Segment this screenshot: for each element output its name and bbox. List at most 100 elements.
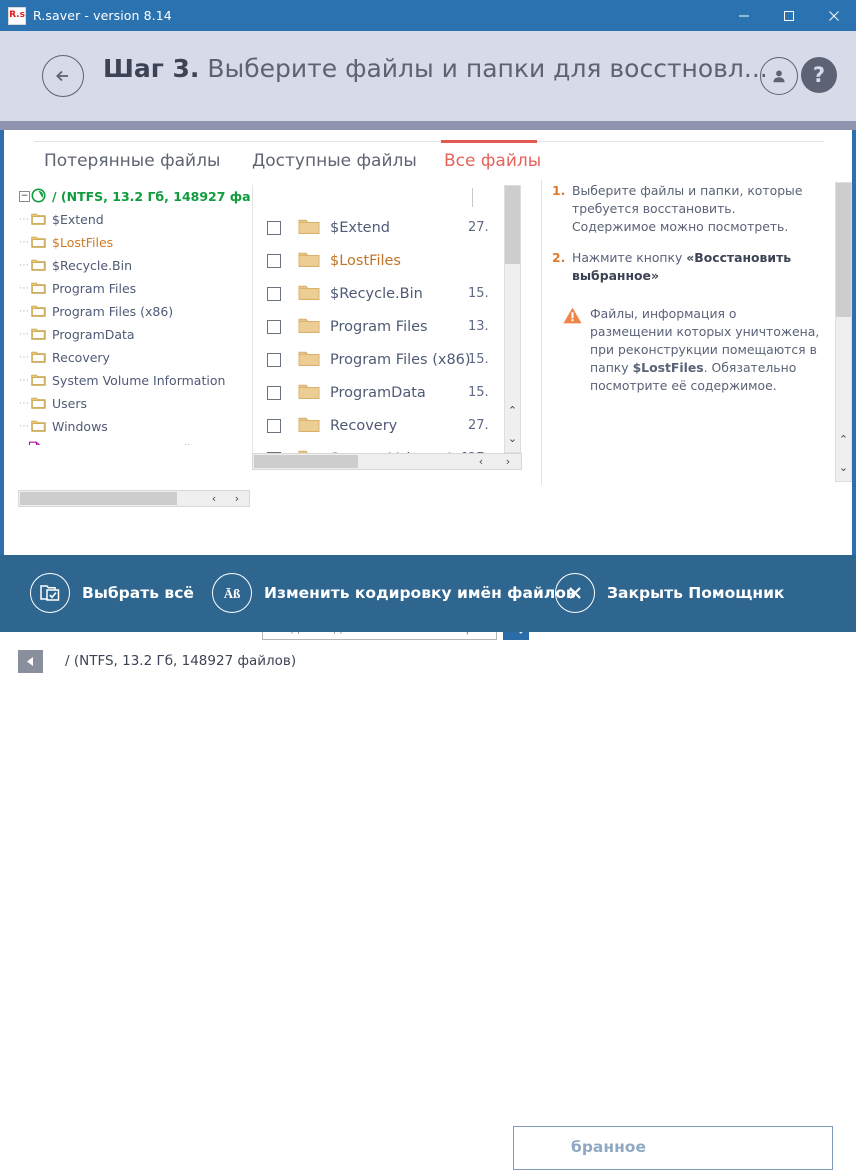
close-assistant-button[interactable]: Закрыть Помощник: [555, 572, 787, 614]
file-row[interactable]: $Recycle.Bin 15.: [253, 277, 513, 310]
minimize-icon[interactable]: [721, 0, 766, 31]
tree-expander-dots[interactable]: ⋯: [19, 306, 30, 317]
column-separator[interactable]: [472, 188, 473, 207]
file-list-vscroll-up-arrow[interactable]: ⌃: [505, 402, 520, 419]
tab-all-files[interactable]: Все файлы: [444, 151, 541, 171]
file-checkbox[interactable]: [267, 253, 281, 268]
tree-expander[interactable]: −: [18, 190, 31, 203]
tree-item-label: Users: [52, 396, 88, 411]
maximize-icon[interactable]: [766, 0, 811, 31]
tree-hscrollbar[interactable]: ‹ ›: [18, 490, 250, 507]
file-checkbox[interactable]: [267, 352, 281, 367]
tab-lost-files[interactable]: Потерянные файлы: [44, 151, 220, 171]
file-row[interactable]: Recovery 27.: [253, 409, 513, 442]
file-list-hscrollbar[interactable]: ‹ ›: [252, 453, 522, 470]
instruction-step-1: 1. Выберите файлы и папки, которые требу…: [552, 182, 820, 236]
tree-expander-dots[interactable]: ⋯: [19, 375, 30, 386]
file-list-hscroll-left-arrow[interactable]: ‹: [471, 454, 491, 469]
folder-icon: [31, 235, 46, 251]
select-all-label: Выбрать всё: [82, 584, 194, 602]
close-icon[interactable]: [811, 0, 856, 31]
tree-expander-dots[interactable]: ⋯: [19, 283, 30, 294]
instructions-vscroll-thumb[interactable]: [836, 183, 851, 317]
tree-row[interactable]: ⋯ Program Files (x86): [18, 300, 250, 323]
file-row[interactable]: System Volume Inf 27.: [253, 442, 513, 453]
green-clock-disk-icon: [31, 188, 46, 206]
app-icon: R.s: [8, 6, 26, 25]
tree-expander-dots[interactable]: ⋯: [19, 214, 30, 225]
tree-row[interactable]: ⋯ $Recycle.Bin: [18, 254, 250, 277]
file-list-vscroll-down-arrow[interactable]: ⌄: [505, 430, 520, 447]
tree-expander-dots[interactable]: ⋯: [19, 398, 30, 409]
change-encoding-button[interactable]: Āß Изменить кодировку имён файлов: [212, 572, 576, 614]
back-button[interactable]: [42, 55, 84, 97]
file-list-hscroll-right-arrow[interactable]: ›: [498, 454, 518, 469]
user-icon: [773, 70, 785, 83]
file-row[interactable]: ProgramData 15.: [253, 376, 513, 409]
file-list-hscroll-thumb[interactable]: [254, 455, 358, 468]
tree-row[interactable]: ⋯ $LostFiles: [18, 231, 250, 254]
tree-expander-dots[interactable]: ⋯: [19, 329, 30, 340]
change-encoding-label: Изменить кодировку имён файлов: [264, 584, 576, 602]
file-row[interactable]: $Extend 27.: [253, 211, 513, 244]
file-checkbox[interactable]: [267, 319, 281, 334]
instructions-vscroll-down-arrow[interactable]: ⌄: [836, 459, 851, 476]
file-checkbox[interactable]: [267, 385, 281, 400]
help-button[interactable]: ?: [801, 57, 837, 93]
folder-icon: [31, 304, 46, 320]
file-name: ProgramData: [330, 384, 426, 401]
step-number: 1.: [552, 183, 566, 198]
instructions-vscroll-up-arrow[interactable]: ⌃: [836, 431, 851, 448]
tree-row-root[interactable]: − / (NTFS, 13.2 Гб, 148927 фай: [18, 185, 250, 208]
tree-row[interactable]: ⋯ $Extend: [18, 208, 250, 231]
app-window: R.s R.saver - version 8.14 Шаг 3. Выбери…: [0, 0, 856, 1170]
folder-tree[interactable]: − / (NTFS, 13.2 Гб, 148927 фай ⋯ $Extend …: [18, 185, 250, 445]
file-list[interactable]: $Extend 27. $LostFiles $Recycle.Bin 15. …: [252, 185, 514, 453]
tree-expander-dots[interactable]: ⋯: [18, 444, 26, 445]
file-list-vscroll-thumb[interactable]: [505, 186, 520, 264]
tree-expander-dots[interactable]: ⋯: [19, 260, 30, 271]
file-date: 15.: [468, 385, 489, 400]
folder-icon: [31, 373, 46, 389]
file-list-vscrollbar[interactable]: ⌃ ⌄: [504, 185, 521, 453]
instructions-vscrollbar[interactable]: ⌃ ⌄: [835, 182, 852, 482]
file-checkbox[interactable]: [267, 286, 281, 301]
tree-item-label: $Recycle.Bin: [52, 258, 133, 273]
tree-row[interactable]: ⋯ Users: [18, 392, 250, 415]
tree-hscroll-right-arrow[interactable]: ›: [227, 491, 247, 506]
recover-selected-button[interactable]: [513, 1126, 833, 1170]
file-checkbox[interactable]: [267, 418, 281, 433]
tree-item-label: ProgramData: [52, 327, 135, 342]
tab-available-files[interactable]: Доступные файлы: [252, 151, 417, 171]
tree-row[interactable]: ⋯ Program Files: [18, 277, 250, 300]
document-icon: [27, 441, 42, 445]
content-area: Потерянные файлы Доступные файлы Все фай…: [4, 130, 852, 673]
tree-hscroll-thumb[interactable]: [20, 492, 177, 505]
select-all-button[interactable]: Выбрать всё: [30, 572, 194, 614]
account-button[interactable]: [760, 57, 798, 95]
tree-row[interactable]: ⋯ Windows: [18, 415, 250, 438]
file-name: Program Files: [330, 318, 428, 335]
tree-item-label: Program Files: [52, 281, 137, 296]
tree-row[interactable]: ⋯ ProgramData: [18, 323, 250, 346]
tree-hscroll-left-arrow[interactable]: ‹: [204, 491, 224, 506]
folder-icon: [298, 217, 320, 239]
select-all-folder-icon: [30, 573, 70, 613]
title-bar: R.s R.saver - version 8.14: [0, 0, 856, 31]
tree-row[interactable]: ⋯ Recovery: [18, 346, 250, 369]
tree-expander-dots[interactable]: ⋯: [19, 237, 30, 248]
file-row[interactable]: Program Files (x86) 15.: [253, 343, 513, 376]
file-date: 15.: [468, 286, 489, 301]
file-checkbox[interactable]: [267, 220, 281, 235]
tree-expander-dots[interactable]: ⋯: [19, 352, 30, 363]
tree-row[interactable]: ⋯ System Volume Information: [18, 369, 250, 392]
arrow-left-small-icon[interactable]: [18, 649, 43, 673]
file-row[interactable]: $LostFiles: [253, 244, 513, 277]
file-row[interactable]: Program Files 13.: [253, 310, 513, 343]
tab-baseline: [34, 141, 824, 142]
tree-expander-dots[interactable]: ⋯: [19, 421, 30, 432]
status-bar: / (NTFS, 13.2 Гб, 148927 файлов): [18, 648, 296, 674]
file-date: 15.: [468, 352, 489, 367]
close-assistant-label: Закрыть Помощник: [607, 584, 787, 602]
tree-row-extra[interactable]: ⋯ Дополнительно найденные: [18, 438, 250, 445]
